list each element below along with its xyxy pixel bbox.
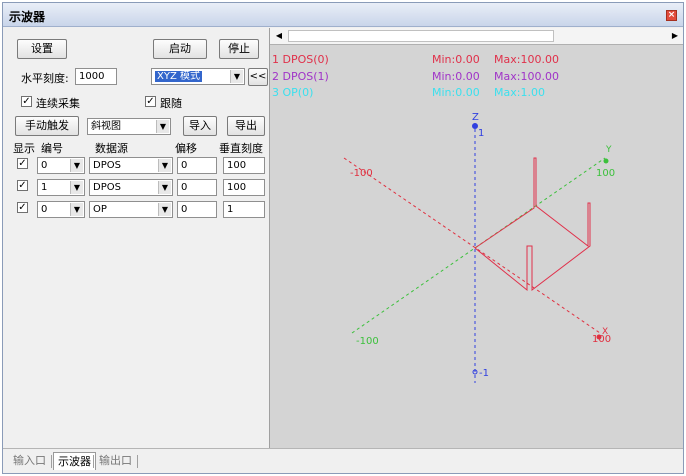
scale-input[interactable]: 100 [223, 157, 265, 174]
xyz-plot: Z 1 -1 -100 100 X -100 100 Y [343, 112, 615, 383]
header-show: 显示 [13, 142, 35, 155]
header-source: 数据源 [95, 142, 128, 155]
follow-label: 跟随 [160, 97, 182, 110]
tab-separator [93, 455, 94, 468]
chevron-down-icon: ▼ [158, 181, 171, 194]
mode-select-value: XYZ 模式 [155, 71, 202, 82]
x-axis-line [343, 157, 601, 334]
number-value: 1 [41, 182, 48, 193]
offset-input[interactable]: 0 [177, 157, 217, 174]
offset-input[interactable]: 0 [177, 201, 217, 218]
source-value: DPOS [93, 182, 121, 193]
chevron-down-icon: ▼ [70, 159, 83, 172]
number-select[interactable]: 1 ▼ [37, 179, 85, 196]
tab-separator [137, 455, 138, 468]
number-select[interactable]: 0 ▼ [37, 201, 85, 218]
bottom-tab-bar: 输入口 示波器 输出口 [3, 448, 683, 473]
hscale-input[interactable]: 1000 [75, 68, 117, 85]
z-axis-name: Z [472, 112, 479, 123]
z-axis-pos-label: 1 [478, 128, 484, 139]
source-select[interactable]: DPOS ▼ [89, 179, 173, 196]
start-button[interactable]: 启动 [153, 39, 207, 59]
tab-separator [51, 455, 52, 468]
y-axis-neg-label: -100 [356, 336, 379, 347]
y-axis-name: Y [605, 145, 612, 155]
chevron-down-icon: ▼ [156, 120, 169, 133]
y-axis-pos-label: 100 [596, 168, 615, 179]
trajectory-path [474, 157, 591, 292]
view-select[interactable]: 斜视图 ▼ [87, 118, 171, 135]
number-select[interactable]: 0 ▼ [37, 157, 85, 174]
x-axis-name: X [602, 327, 608, 337]
source-select[interactable]: OP ▼ [89, 201, 173, 218]
scope-display[interactable]: ◀ ▶ 1 DPOS(0) Min:0.00 Max:100.00 2 DPOS… [269, 28, 683, 448]
close-icon[interactable]: × [666, 10, 677, 21]
control-panel: 设置 启动 停止 水平刻度: 1000 XYZ 模式 ▼ << ✓ 连续采集 ✓… [3, 28, 269, 448]
scale-input[interactable]: 100 [223, 179, 265, 196]
offset-input[interactable]: 0 [177, 179, 217, 196]
source-select[interactable]: DPOS ▼ [89, 157, 173, 174]
x-axis-end-marker [596, 334, 602, 340]
show-checkbox[interactable]: ✓ [17, 202, 28, 213]
scale-input[interactable]: 1 [223, 201, 265, 218]
number-value: 0 [41, 204, 48, 215]
chevron-down-icon: ▼ [230, 70, 243, 83]
stop-button[interactable]: 停止 [219, 39, 259, 59]
header-scale: 垂直刻度 [219, 142, 263, 155]
window-title: 示波器 [9, 10, 46, 24]
export-button[interactable]: 导出 [227, 116, 265, 136]
header-offset: 偏移 [175, 142, 197, 155]
z-axis-neg-label: -1 [479, 368, 489, 379]
number-value: 0 [41, 160, 48, 171]
follow-checkbox[interactable]: ✓ [145, 96, 156, 107]
manual-trigger-button[interactable]: 手动触发 [15, 116, 79, 136]
continuous-label: 连续采集 [36, 97, 80, 110]
import-button[interactable]: 导入 [183, 116, 217, 136]
mode-select[interactable]: XYZ 模式 ▼ [151, 68, 245, 85]
show-checkbox[interactable]: ✓ [17, 180, 28, 191]
chevron-down-icon: ▼ [158, 203, 171, 216]
chevron-down-icon: ▼ [70, 181, 83, 194]
hscale-label: 水平刻度: [21, 72, 69, 85]
title-bar: 示波器 × [3, 3, 683, 27]
tab-oscilloscope[interactable]: 示波器 [53, 452, 96, 470]
tab-output[interactable]: 输出口 [95, 452, 136, 470]
source-value: DPOS [93, 160, 121, 171]
show-checkbox[interactable]: ✓ [17, 158, 28, 169]
tab-input[interactable]: 输入口 [9, 452, 50, 470]
collapse-button[interactable]: << [248, 68, 268, 86]
chevron-down-icon: ▼ [158, 159, 171, 172]
y-axis-end-marker [603, 158, 609, 164]
x-axis-neg-label: -100 [350, 168, 373, 179]
chevron-down-icon: ▼ [70, 203, 83, 216]
oscilloscope-window: 示波器 × 设置 启动 停止 水平刻度: 1000 XYZ 模式 ▼ << ✓ … [2, 2, 684, 474]
continuous-checkbox[interactable]: ✓ [21, 96, 32, 107]
header-number: 编号 [41, 142, 63, 155]
view-select-value: 斜视图 [91, 121, 121, 132]
settings-button[interactable]: 设置 [17, 39, 67, 59]
source-value: OP [93, 204, 107, 215]
